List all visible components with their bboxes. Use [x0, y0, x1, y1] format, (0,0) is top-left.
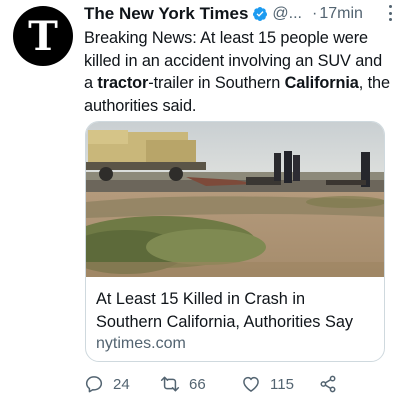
- reply-count: 24: [113, 375, 130, 393]
- tweet-timestamp[interactable]: 17min: [319, 5, 363, 23]
- tweet-actions: 24 66 115: [84, 374, 374, 396]
- avatar[interactable]: T: [13, 6, 73, 66]
- heart-icon: [243, 376, 259, 392]
- card-body: At Least 15 Killed in Crash in Southern …: [86, 277, 384, 353]
- retweet-button[interactable]: 66: [160, 374, 206, 394]
- tweet-header: The New York Times @... · 17min: [84, 2, 390, 26]
- tweet-text-part: -trailer in Southern: [148, 74, 285, 92]
- retweet-icon: [160, 376, 180, 392]
- verified-badge-icon: [253, 7, 268, 21]
- account-handle[interactable]: @...: [272, 5, 302, 23]
- nyt-logo-icon: T: [28, 13, 58, 60]
- reply-icon: [85, 376, 103, 393]
- tweet-text: Breaking News: At least 15 people were k…: [84, 27, 390, 117]
- link-card[interactable]: At Least 15 Killed in Crash in Southern …: [85, 121, 385, 362]
- tweet-text-highlight: California: [284, 74, 359, 92]
- like-count: 115: [270, 375, 294, 393]
- reply-button[interactable]: 24: [84, 374, 130, 394]
- tweet-content: The New York Times @... · 17min Breaking…: [84, 2, 390, 117]
- retweet-count: 66: [189, 375, 206, 393]
- tweet-text-highlight: tractor: [97, 74, 149, 92]
- separator-dot: ·: [311, 5, 318, 22]
- share-icon: [320, 375, 336, 393]
- card-image[interactable]: [86, 122, 385, 277]
- account-name[interactable]: The New York Times: [84, 4, 248, 24]
- share-button[interactable]: [318, 374, 338, 394]
- tweet[interactable]: T The New York Times @... · 17min Breaki…: [0, 0, 400, 404]
- card-domain[interactable]: nytimes.com: [96, 335, 372, 353]
- like-button[interactable]: 115: [241, 374, 294, 394]
- more-options-icon[interactable]: [388, 5, 392, 21]
- card-title[interactable]: At Least 15 Killed in Crash in Southern …: [96, 288, 372, 333]
